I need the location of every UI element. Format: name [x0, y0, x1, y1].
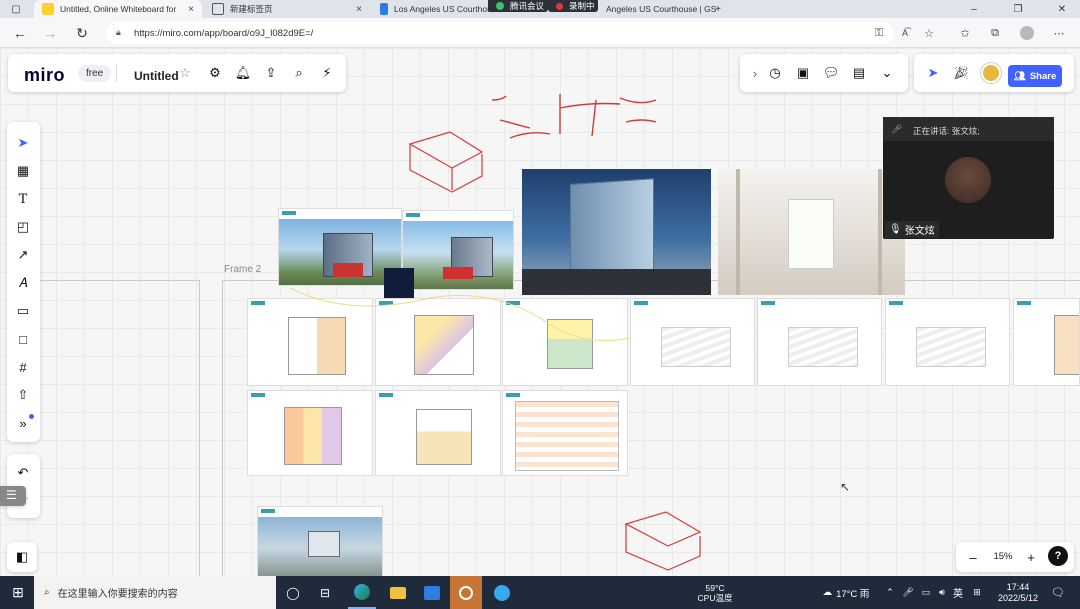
recording-indicator: 录制中 — [548, 0, 598, 12]
lock-icon: 🔒︎ — [116, 27, 121, 37]
speaking-status: 正在讲话: 张文炫; — [913, 126, 980, 136]
bing-icon — [380, 3, 388, 15]
add-favorite-icon[interactable]: ☆ — [920, 24, 938, 42]
close-window-button[interactable]: ✕ — [1048, 0, 1076, 18]
collections-icon[interactable]: ⧉ — [986, 24, 1004, 42]
close-tab-icon[interactable]: × — [188, 4, 194, 15]
windows-start-icon[interactable]: ⊞ — [4, 576, 32, 609]
url-text: https://miro.com/app/board/o9J_l082d9E=/ — [134, 27, 314, 39]
battery-icon[interactable]: ▭ — [918, 576, 934, 609]
recording-label: 录制中 — [569, 1, 595, 11]
weather-text: 17°C 雨 — [836, 588, 870, 600]
zoom-controls: – 15% + ? — [956, 542, 1074, 572]
temperature-value: 59°C — [705, 582, 725, 593]
microphone-icon: 🎤︎ — [891, 124, 903, 134]
microphone-icon[interactable]: 🎤︎ — [900, 576, 916, 609]
sketch-stroke — [289, 287, 631, 341]
more-icon[interactable]: ⋯ — [1050, 24, 1068, 42]
zoom-out-button[interactable]: – — [962, 546, 984, 568]
zoom-level[interactable]: 15% — [990, 551, 1016, 562]
app-icon-orange[interactable] — [450, 576, 482, 609]
miro-icon — [42, 3, 54, 15]
meeting-video-window[interactable]: 🎤︎ 正在讲话: 张文炫; 🎙︎ 张文炫 — [883, 117, 1054, 239]
notification-center-icon[interactable]: 🗨︎ — [1046, 576, 1070, 609]
meeting-indicator: 腾讯会议 — [488, 0, 548, 12]
close-tab-icon[interactable]: × — [356, 4, 362, 15]
meeting-icon — [496, 2, 504, 10]
clock-time: 17:44 — [1006, 581, 1030, 592]
temperature-label: CPU温度 — [697, 592, 733, 603]
file-explorer-icon[interactable] — [384, 576, 412, 609]
recording-icon — [556, 2, 563, 10]
tab-title: Angeles US Courthouse | GS — [606, 4, 717, 14]
browser-app-icon[interactable] — [488, 576, 516, 609]
participant-name: 张文炫 — [904, 226, 935, 237]
mouse-cursor-icon: ↖ — [840, 480, 851, 494]
clock-date: 2022/5/12 — [997, 592, 1039, 603]
maximize-button[interactable]: ❐ — [1004, 0, 1032, 18]
tab-actions-icon[interactable]: ▢ — [2, 0, 30, 18]
microphone-icon: 🎙︎ — [889, 224, 902, 235]
favorites-icon[interactable]: ✩ — [956, 24, 974, 42]
cpu-temperature: 59°C CPU温度 — [680, 576, 750, 609]
participant-name-tag: 🎙︎ 张文炫 — [885, 221, 939, 238]
avatar — [1020, 26, 1034, 40]
windows-taskbar: ⊞ ⌕ 在这里输入你要搜索的内容 ◯ ⊟ 59°C CPU温度 ☁ 17°C 雨… — [0, 576, 1080, 609]
forward-icon[interactable]: → — [40, 24, 60, 42]
new-tab-icon — [212, 3, 224, 15]
tab-title: Untitled, Online Whiteboard for — [60, 4, 177, 14]
read-aloud-icon[interactable]: A͡ — [896, 24, 914, 42]
ime-mode-icon[interactable]: ⊞ — [968, 576, 986, 609]
input-method-indicator[interactable]: 英 — [950, 576, 966, 609]
widgets-icon[interactable]: ⊟ — [312, 576, 338, 609]
tab-courthouse[interactable]: Angeles US Courthouse | GS × — [598, 0, 720, 18]
cloud-rain-icon: ☁ — [822, 587, 833, 598]
key-icon[interactable]: ⚿ — [870, 24, 888, 42]
back-icon[interactable]: ← — [10, 24, 30, 42]
chevron-up-icon[interactable]: ⌃ — [882, 576, 898, 609]
address-bar[interactable]: 🔒︎ https://miro.com/app/board/o9J_l082d9… — [106, 22, 894, 44]
browser-tab-strip: ▢ Untitled, Online Whiteboard for × 新建标签… — [0, 0, 1080, 18]
photos-icon[interactable] — [418, 576, 446, 609]
search-placeholder: 在这里输入你要搜索的内容 — [57, 589, 178, 600]
profile-icon[interactable] — [1018, 24, 1036, 42]
tab-title: 新建标签页 — [230, 4, 273, 14]
meeting-app-label: 腾讯会议 — [510, 1, 545, 11]
minimize-button[interactable]: – — [960, 0, 988, 18]
browser-toolbar: ← → ↻ 🔒︎ https://miro.com/app/board/o9J_… — [0, 18, 1080, 48]
sketch-stroke — [624, 511, 702, 571]
edge-icon[interactable] — [348, 576, 376, 609]
zoom-in-button[interactable]: + — [1020, 546, 1042, 568]
participant-avatar — [945, 157, 991, 203]
new-tab-button[interactable]: + — [704, 0, 732, 18]
tab-miro[interactable]: Untitled, Online Whiteboard for × — [34, 0, 202, 18]
refresh-icon[interactable]: ↻ — [72, 24, 92, 42]
search-icon: ⌕ — [44, 587, 50, 598]
volume-icon[interactable]: 🔊︎ — [934, 576, 950, 609]
help-button[interactable]: ? — [1048, 546, 1068, 566]
tab-new-tab[interactable]: 新建标签页 × — [204, 0, 370, 18]
weather-widget[interactable]: ☁ 17°C 雨 — [812, 576, 880, 609]
sketch-stroke — [491, 94, 657, 139]
tab-courthouse-search[interactable]: Los Angeles US Courthouse — [372, 0, 500, 18]
task-view-icon[interactable]: ◯ — [280, 576, 306, 609]
sketch-stroke — [408, 131, 484, 193]
tab-title: Los Angeles US Courthouse — [394, 4, 500, 14]
taskbar-search-box[interactable]: ⌕ 在这里输入你要搜索的内容 — [34, 576, 276, 609]
system-clock[interactable]: 17:44 2022/5/12 — [990, 576, 1046, 609]
